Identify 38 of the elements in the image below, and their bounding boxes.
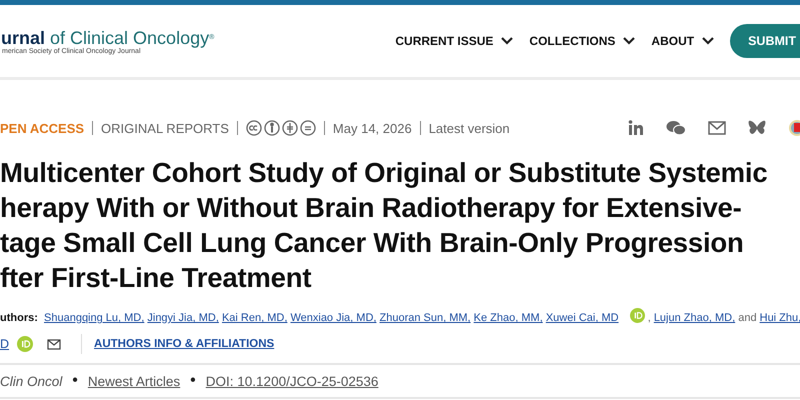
chat-icon[interactable]	[666, 120, 686, 136]
author-link[interactable]: Jingyi Jia, MD,	[147, 312, 219, 324]
author-link[interactable]: Shuangqing Lu, MD,	[44, 312, 144, 324]
chevron-down-icon	[702, 37, 714, 45]
author-link[interactable]: Lujun Zhao, MD,	[654, 312, 736, 324]
nav-menu-item[interactable]: COLLECTIONS	[529, 34, 636, 48]
journal-abbreviation: Clin Oncol	[0, 374, 62, 388]
chevron-down-icon	[623, 37, 636, 45]
author-link[interactable]: Wenxiao Jia, MD,	[290, 312, 376, 324]
publication-date: May 14, 2026	[332, 120, 412, 136]
access-label: PEN ACCESS	[0, 120, 84, 136]
authors-label: uthors:	[0, 312, 38, 324]
citation-link[interactable]: Newest Articles	[88, 374, 180, 388]
separator-text: and	[738, 312, 757, 324]
author-link[interactable]: Zhuoran Sun, MM,	[380, 312, 471, 324]
author-link[interactable]: Xuwei Cai, MD	[546, 312, 619, 324]
bullet-separator: •	[190, 372, 196, 390]
journal-logo[interactable]: urnal of Clinical Oncology$^{®}$	[1, 28, 214, 48]
mail-icon[interactable]	[47, 338, 62, 350]
linkedin-icon[interactable]	[628, 120, 644, 136]
mail-icon[interactable]	[708, 121, 726, 135]
license-icons[interactable]	[246, 120, 316, 136]
author-link[interactable]: Hui Zhu,	[760, 312, 800, 324]
article-type: ORIGINAL REPORTS	[101, 120, 229, 136]
submit-button[interactable]: SUBMIT	[730, 24, 800, 58]
author-link[interactable]: Kai Ren, MD,	[222, 312, 288, 324]
separator-text: ,	[648, 312, 651, 324]
author-link[interactable]: Ke Zhao, MM,	[474, 312, 543, 324]
nav-menu-item[interactable]: CURRENT ISSUE	[395, 34, 514, 48]
citation-link[interactable]: DOI: 10.1200/JCO-25-02536	[206, 374, 378, 388]
chevron-down-icon	[501, 37, 514, 45]
authors-info-link[interactable]: AUTHORS INFO & AFFILIATIONS	[94, 338, 274, 350]
article-title: Multicenter Cohort Study of Original or Substitute Systemic herapy With or Without Brain Radiotherapy for Extensive- tage Small Cell Lung Cancer With Brain-Only Progression fter First-Line Treatment	[0, 156, 768, 295]
nav-menu-item[interactable]: ABOUT	[651, 34, 714, 48]
butterfly-icon[interactable]	[748, 120, 766, 136]
version-label: Latest version	[428, 120, 510, 136]
bullet-separator: •	[72, 372, 78, 390]
author-link[interactable]: D	[0, 337, 10, 351]
